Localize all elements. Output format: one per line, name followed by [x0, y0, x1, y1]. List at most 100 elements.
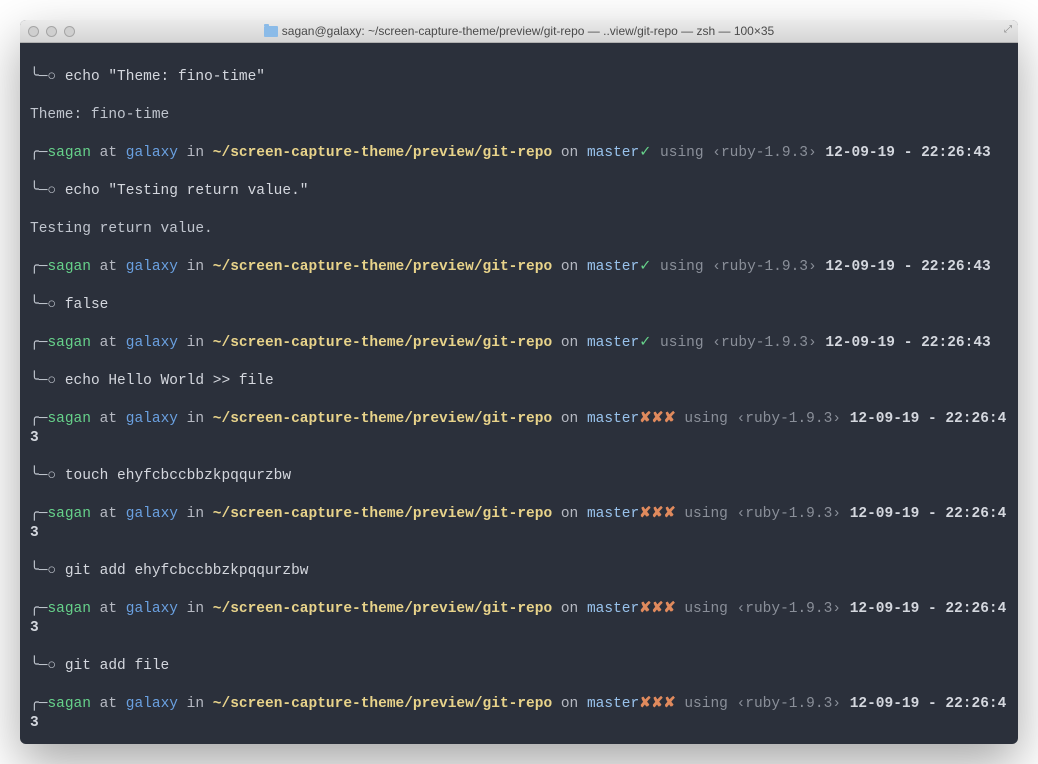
prompt-host: galaxy [126, 259, 178, 275]
prompt-at: at [91, 696, 126, 712]
prompt-host: galaxy [126, 411, 178, 427]
prompt-at: at [91, 145, 126, 161]
close-icon[interactable] [28, 26, 39, 37]
prompt-at: at [91, 411, 126, 427]
prompt-user: sagan [47, 411, 91, 427]
prompt-corner: ╭─ [30, 259, 47, 275]
prompt-branch: master [587, 601, 639, 617]
prompt-in: in [178, 696, 213, 712]
prompt-corner: ╰─○ [30, 563, 65, 579]
prompt-in: in [178, 601, 213, 617]
prompt-corner: ╰─○ [30, 658, 65, 674]
prompt-branch: master [587, 506, 639, 522]
prompt-ruby: ‹ruby-1.9.3› [737, 601, 841, 617]
prompt-ruby: ‹ruby-1.9.3› [712, 259, 816, 275]
prompt-corner: ╭─ [30, 506, 47, 522]
prompt-in: in [178, 411, 213, 427]
prompt-corner: ╰─○ [30, 69, 65, 85]
prompt-corner: ╰─○ [30, 373, 65, 389]
prompt-ruby: ‹ruby-1.9.3› [712, 145, 816, 161]
check-icon: ✓ [639, 259, 651, 275]
command: echo Hello World >> file [65, 373, 274, 389]
prompt-user: sagan [47, 601, 91, 617]
prompt-branch: master [587, 696, 639, 712]
prompt-on: on [552, 335, 587, 351]
prompt-host: galaxy [126, 335, 178, 351]
prompt-host: galaxy [126, 696, 178, 712]
prompt-branch: master [587, 259, 639, 275]
prompt-corner: ╰─○ [30, 183, 65, 199]
prompt-user: sagan [47, 335, 91, 351]
command: false [65, 297, 109, 313]
folder-icon [264, 26, 278, 37]
prompt-ruby: ‹ruby-1.9.3› [737, 506, 841, 522]
prompt-time: 12-09-19 - 22:26:43 [825, 145, 990, 161]
expand-icon[interactable]: ⤢ [1004, 24, 1012, 36]
prompt-using: using [676, 601, 737, 617]
prompt-host: galaxy [126, 506, 178, 522]
command: touch ehyfcbccbbzkpqqurzbw [65, 468, 291, 484]
prompt-path: ~/screen-capture-theme/preview/git-repo [213, 411, 552, 427]
prompt-path: ~/screen-capture-theme/preview/git-repo [213, 506, 552, 522]
prompt-corner: ╭─ [30, 145, 47, 161]
prompt-at: at [91, 506, 126, 522]
prompt-user: sagan [47, 696, 91, 712]
prompt-on: on [552, 259, 587, 275]
prompt-ruby: ‹ruby-1.9.3› [737, 411, 841, 427]
command: git add ehyfcbccbbzkpqqurzbw [65, 563, 309, 579]
output: Testing return value. [30, 221, 213, 237]
prompt-time: 12-09-19 - 22:26:43 [825, 335, 990, 351]
prompt-user: sagan [47, 145, 91, 161]
prompt-host: galaxy [126, 145, 178, 161]
prompt-in: in [178, 259, 213, 275]
prompt-at: at [91, 335, 126, 351]
command: echo "Testing return value." [65, 183, 309, 199]
prompt-using: using [651, 145, 712, 161]
prompt-on: on [552, 506, 587, 522]
prompt-on: on [552, 145, 587, 161]
x-icon: ✘✘✘ [639, 506, 675, 522]
x-icon: ✘✘✘ [639, 411, 675, 427]
prompt-path: ~/screen-capture-theme/preview/git-repo [213, 601, 552, 617]
minimize-icon[interactable] [46, 26, 57, 37]
prompt-in: in [178, 145, 213, 161]
prompt-corner: ╭─ [30, 601, 47, 617]
check-icon: ✓ [639, 335, 651, 351]
prompt-using: using [651, 335, 712, 351]
prompt-in: in [178, 335, 213, 351]
prompt-corner: ╭─ [30, 696, 47, 712]
terminal-body[interactable]: ╰─○ echo "Theme: fino-time" Theme: fino-… [20, 43, 1018, 744]
prompt-using: using [651, 259, 712, 275]
output: Theme: fino-time [30, 107, 169, 123]
titlebar[interactable]: sagan@galaxy: ~/screen-capture-theme/pre… [20, 20, 1018, 43]
prompt-corner: ╭─ [30, 335, 47, 351]
prompt-user: sagan [47, 506, 91, 522]
prompt-corner: ╰─○ [30, 297, 65, 313]
command: git add file [65, 658, 169, 674]
prompt-using: using [676, 506, 737, 522]
prompt-user: sagan [47, 259, 91, 275]
prompt-using: using [676, 411, 737, 427]
prompt-at: at [91, 259, 126, 275]
window-title: sagan@galaxy: ~/screen-capture-theme/pre… [20, 24, 1018, 38]
prompt-corner: ╭─ [30, 411, 47, 427]
command: echo "Theme: fino-time" [65, 69, 265, 85]
prompt-branch: master [587, 335, 639, 351]
prompt-at: at [91, 601, 126, 617]
prompt-using: using [676, 696, 737, 712]
x-icon: ✘✘✘ [639, 696, 675, 712]
prompt-branch: master [587, 145, 639, 161]
x-icon: ✘✘✘ [639, 601, 675, 617]
zoom-icon[interactable] [64, 26, 75, 37]
prompt-path: ~/screen-capture-theme/preview/git-repo [213, 259, 552, 275]
prompt-ruby: ‹ruby-1.9.3› [737, 696, 841, 712]
prompt-corner: ╰─○ [30, 468, 65, 484]
prompt-host: galaxy [126, 601, 178, 617]
traffic-lights [28, 26, 75, 37]
prompt-path: ~/screen-capture-theme/preview/git-repo [213, 335, 552, 351]
prompt-path: ~/screen-capture-theme/preview/git-repo [213, 145, 552, 161]
prompt-branch: master [587, 411, 639, 427]
prompt-on: on [552, 696, 587, 712]
prompt-in: in [178, 506, 213, 522]
check-icon: ✓ [639, 145, 651, 161]
